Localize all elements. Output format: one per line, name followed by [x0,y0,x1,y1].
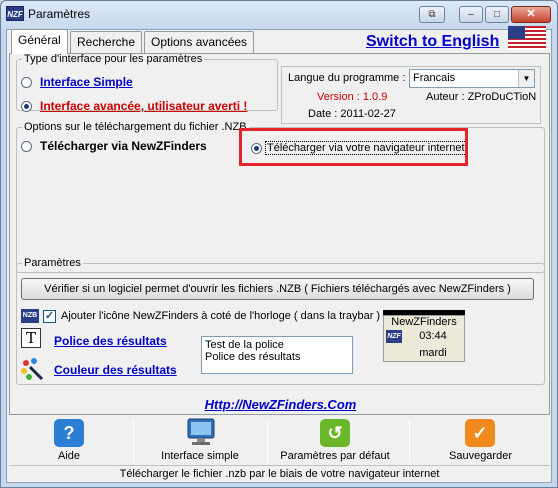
font-icon: T [21,328,41,348]
clock-logo-icon: NZF [386,330,402,343]
close-button[interactable]: ✕ [511,6,551,23]
restore-button[interactable]: ⧉ [419,6,445,23]
nzb-tray-icon: NZB [21,309,39,323]
help-button[interactable]: ? Aide [9,419,129,464]
interface-avancee-link[interactable]: Interface avancée, utilisateur averti ! [40,99,247,113]
switch-language-link[interactable]: Switch to English [366,33,499,51]
download-options-legend: Options sur le téléchargement du fichier… [24,121,247,133]
reset-icon: ↺ [320,419,350,447]
tray-checkbox[interactable]: ✓ [43,310,56,323]
font-settings-link[interactable]: Police des résultats [54,334,167,348]
window-title: Paramètres [28,7,91,21]
radio-download-newzfinders[interactable] [21,141,32,152]
date-text: Date : 2011-02-27 [308,108,396,120]
version-text: Version : 1.0.9 [317,91,388,103]
maximize-button[interactable]: □ [485,6,509,23]
tray-checkbox-label[interactable]: Ajouter l'icône NewZFinders à coté de l'… [61,310,380,322]
tray-clock-preview: NewZFinders NZF 03:44 mardi [383,310,465,362]
clock-time: 03:44 [419,330,447,342]
radio-interface-avancee[interactable] [21,101,32,112]
settings-window: NZF Paramètres ⧉ – □ ✕ Général Recherche… [0,0,558,488]
tab-general[interactable]: Général [11,29,68,54]
client-area: Général Recherche Options avancées Switc… [6,26,552,483]
language-select[interactable]: Francais ▼ [409,69,535,88]
font-preview-box: Test de la police Police des résultats [201,336,353,374]
status-bar: Télécharger le fichier .nzb par le biais… [9,465,550,482]
download-newzfinders-label[interactable]: Télécharger via NewZFinders [40,139,207,153]
toolbar-separator [133,419,134,463]
simple-interface-label: Interface simple [161,450,239,462]
website-link[interactable]: Http://NewZFinders.Com [10,397,551,412]
interface-simple-link[interactable]: Interface Simple [40,75,133,89]
highlight-box [239,128,468,166]
save-button[interactable]: ✓ Sauvegarder [411,419,550,464]
app-logo-icon: NZF [6,6,24,21]
palette-icon [21,358,44,381]
help-icon: ? [54,419,84,447]
font-preview-line-1: Test de la police [205,339,284,351]
tab-options-avancees[interactable]: Options avancées [144,31,255,53]
clock-title: NewZFinders [391,316,457,328]
interface-type-legend: Type d'interface pour les paramètres [24,53,203,65]
save-button-label: Sauvegarder [449,450,512,462]
reset-defaults-label: Paramètres par défaut [280,450,390,462]
font-preview-line-2: Police des résultats [205,351,301,363]
language-label: Langue du programme : [288,72,406,84]
us-flag-icon[interactable] [508,26,546,50]
chevron-down-icon[interactable]: ▼ [518,70,534,87]
bottom-toolbar: ? Aide Interface simple ↺ Paramètres par… [9,418,550,464]
clock-day: mardi [419,347,447,359]
reset-defaults-button[interactable]: ↺ Paramètres par défaut [261,419,409,464]
language-select-value: Francais [413,72,456,84]
save-check-icon: ✓ [465,419,495,447]
tab-recherche[interactable]: Recherche [70,31,143,53]
author-text: Auteur : ZProDuCTioN [426,91,537,103]
params-legend: Paramètres [24,257,81,269]
general-tab-panel: Type d'interface pour les paramètres Int… [9,53,550,415]
help-button-label: Aide [57,450,81,462]
simple-interface-button[interactable]: Interface simple [137,418,263,464]
color-settings-link[interactable]: Couleur des résultats [54,363,177,377]
radio-interface-simple[interactable] [21,77,32,88]
title-bar[interactable]: NZF Paramètres ⧉ – □ ✕ [1,1,557,29]
language-box: Langue du programme : Francais ▼ Version… [281,66,541,124]
toolbar-separator [409,419,410,463]
monitor-icon [187,418,215,445]
minimize-button[interactable]: – [459,6,483,23]
check-nzb-handler-button[interactable]: Vérifier si un logiciel permet d'ouvrir … [21,278,534,300]
clock-body: NewZFinders NZF 03:44 mardi [383,315,465,362]
